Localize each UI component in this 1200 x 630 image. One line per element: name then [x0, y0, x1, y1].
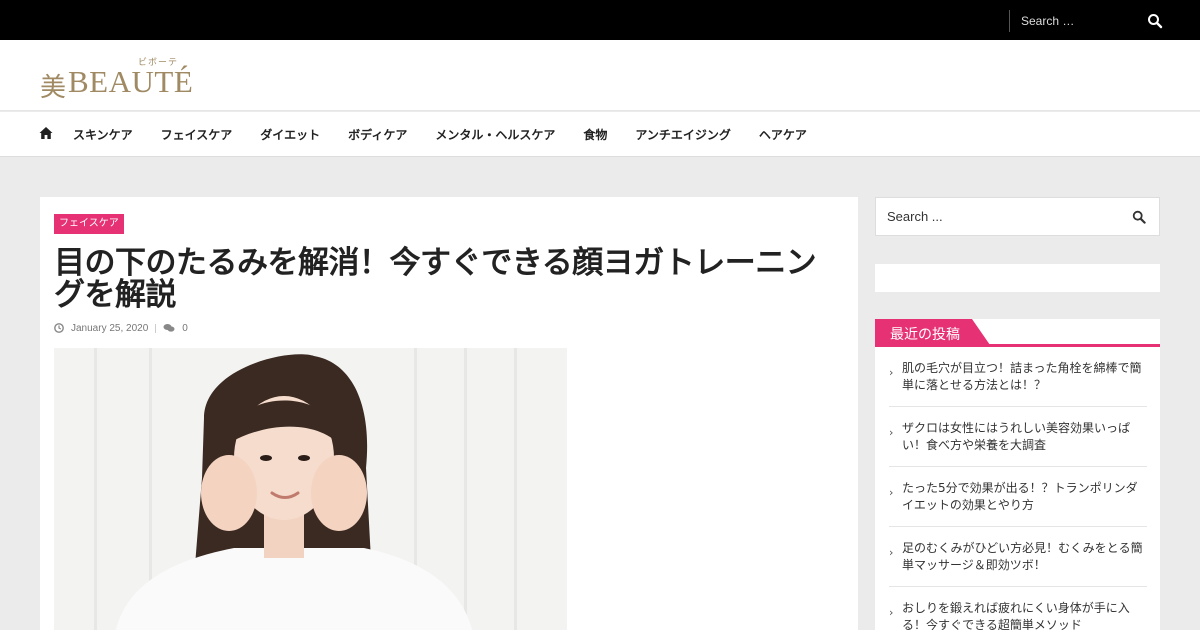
nav-item-diet[interactable]: ダイエット — [260, 126, 320, 143]
recent-posts-title: 最近の投稿 — [890, 327, 960, 343]
sidebar-search-field[interactable]: Search ... — [875, 197, 1160, 236]
nav-item-food[interactable]: 食物 — [583, 126, 607, 143]
meta-divider — [155, 323, 157, 333]
recent-post-link[interactable]: たった5分で効果が出る！？トランポリンダイエットの効果とやり方 — [902, 481, 1138, 512]
chevron-right-icon: › — [889, 606, 894, 619]
recent-posts-header: 最近の投稿 — [875, 319, 1160, 347]
nav-item-skincare[interactable]: スキンケア — [73, 126, 133, 143]
recent-post-item[interactable]: › 足のむくみがひどい方必見！むくみをとる簡単マッサージ＆即効ツボ！ — [889, 527, 1147, 587]
comments-icon — [163, 324, 175, 332]
search-icon[interactable] — [1147, 13, 1163, 29]
nav-item-facecare[interactable]: フェイスケア — [161, 126, 233, 143]
recent-post-item[interactable]: › おしりを鍛えれば疲れにくい身体が手に入る！今すぐできる超簡単メソッド — [889, 587, 1147, 630]
clock-icon — [54, 323, 64, 333]
recent-post-item[interactable]: › ザクロは女性にはうれしい美容効果いっぱい！食べ方や栄養を大調査 — [889, 407, 1147, 467]
main-nav: スキンケア フェイスケア ダイエット ボディケア メンタル・ヘルスケア 食物 ア… — [0, 112, 1200, 157]
chevron-right-icon: › — [889, 366, 894, 379]
nav-item-mental-health[interactable]: メンタル・ヘルスケア — [435, 126, 555, 143]
comment-count[interactable]: 0 — [182, 323, 188, 334]
article-title: 目の下のたるみを解消！今すぐできる顔ヨガトレーニングを解説 — [54, 245, 817, 313]
recent-posts-widget: 最近の投稿 › 肌の毛穴が目立つ！詰まった角栓を綿棒で簡単に落とせる方法とは！？… — [875, 319, 1160, 630]
logo-kanji: 美 — [40, 73, 67, 103]
chevron-right-icon: › — [889, 546, 894, 559]
site-header: 美 BEAUTÉ ビボーテ — [0, 40, 1200, 111]
article-meta: January 25, 2020 0 — [54, 321, 188, 335]
site-logo[interactable]: 美 BEAUTÉ ビボーテ — [40, 57, 200, 103]
search-icon[interactable] — [1132, 210, 1146, 224]
recent-post-link[interactable]: 足のむくみがひどい方必見！むくみをとる簡単マッサージ＆即効ツボ！ — [902, 541, 1143, 572]
top-search-field[interactable]: Search … — [1009, 10, 1174, 32]
sidebar-search-placeholder: Search ... — [887, 209, 943, 224]
logo-ruby: ビボーテ — [138, 58, 179, 68]
recent-post-item[interactable]: › 肌の毛穴が目立つ！詰まった角栓を綿棒で簡単に落とせる方法とは！？ — [889, 347, 1147, 407]
nav-item-haircare[interactable]: ヘアケア — [759, 126, 807, 143]
recent-post-link[interactable]: ザクロは女性にはうれしい美容効果いっぱい！食べ方や栄養を大調査 — [902, 421, 1130, 452]
chevron-right-icon: › — [889, 486, 894, 499]
featured-image — [54, 348, 567, 630]
recent-post-link[interactable]: おしりを鍛えれば疲れにくい身体が手に入る！今すぐできる超簡単メソッド — [902, 601, 1130, 630]
recent-post-item[interactable]: › たった5分で効果が出る！？トランポリンダイエットの効果とやり方 — [889, 467, 1147, 527]
top-search-placeholder: Search … — [1021, 14, 1075, 28]
featured-image-woman — [54, 348, 567, 630]
home-icon[interactable] — [39, 126, 53, 140]
sidebar-empty-widget — [875, 264, 1160, 292]
nav-item-anti-aging[interactable]: アンチエイジング — [635, 126, 731, 143]
chevron-right-icon: › — [889, 426, 894, 439]
category-badge[interactable]: フェイスケア — [54, 214, 124, 234]
article-card: フェイスケア 目の下のたるみを解消！今すぐできる顔ヨガトレーニングを解説 Jan… — [40, 197, 858, 630]
logo-word: BEAUTÉ — [68, 64, 194, 99]
article-date[interactable]: January 25, 2020 — [71, 323, 148, 334]
top-bar: Search … — [0, 0, 1200, 40]
nav-item-bodycare[interactable]: ボディケア — [348, 126, 407, 143]
recent-post-link[interactable]: 肌の毛穴が目立つ！詰まった角栓を綿棒で簡単に落とせる方法とは！？ — [902, 361, 1142, 392]
